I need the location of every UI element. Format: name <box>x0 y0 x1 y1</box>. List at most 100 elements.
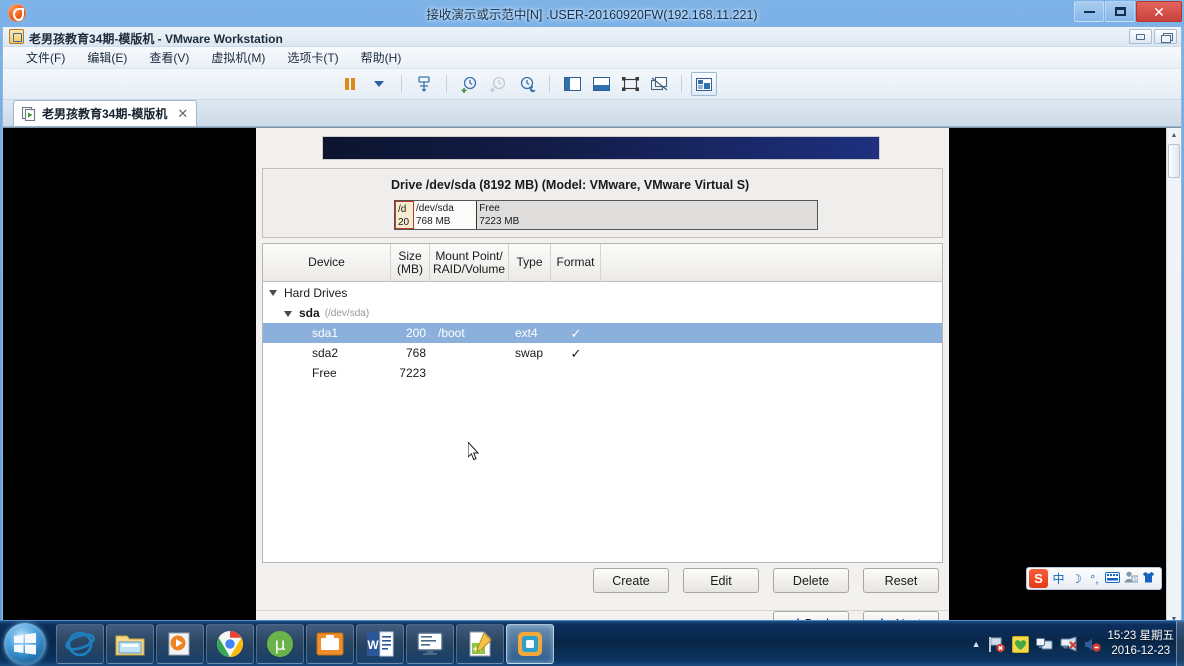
maximize-icon <box>1114 7 1126 16</box>
vm-tab[interactable]: 老男孩教育34期-模版机 ✕ <box>13 100 198 126</box>
ime-soft-keyboard-icon[interactable] <box>1105 571 1120 586</box>
take-snapshot-icon[interactable] <box>456 72 482 96</box>
vmware-vertical-scrollbar[interactable]: ▲ ▼ <box>1166 128 1181 625</box>
partition-table-header: Device Size (MB) Mount Point/ RAID/Volum… <box>263 244 942 282</box>
table-row[interactable]: Hard Drives <box>263 282 942 303</box>
column-device[interactable]: Device <box>263 244 391 281</box>
outer-maximize-button[interactable] <box>1105 1 1135 22</box>
show-desktop-button[interactable] <box>1176 621 1184 666</box>
column-mount-line2: RAID/Volume <box>432 261 506 276</box>
snapshot-manager-icon[interactable] <box>514 72 540 96</box>
taskbar-internet-explorer[interactable] <box>56 624 104 664</box>
ime-punctuation-icon[interactable]: °, <box>1087 572 1102 586</box>
ime-moon-icon[interactable]: ☽ <box>1069 572 1084 586</box>
outer-close-button[interactable]: ✕ <box>1136 1 1182 22</box>
row-format-cell: ✓ <box>570 326 582 340</box>
menu-help[interactable]: 帮助(H) <box>350 47 413 68</box>
pause-icon[interactable] <box>337 72 363 96</box>
vm-guest-screen[interactable]: Drive /dev/sda (8192 MB) (Model: VMware,… <box>3 127 1181 625</box>
network-monitor-icon[interactable] <box>1035 636 1053 653</box>
column-size-line2: (MB) <box>397 261 423 276</box>
table-row[interactable]: sda1 200 /boot ext4 ✓ <box>263 323 942 343</box>
toolbar-separator <box>401 75 402 93</box>
taskbar-word[interactable]: W <box>356 624 404 664</box>
drive-segment-size: 20 <box>398 217 410 228</box>
table-row[interactable]: Free 7223 <box>263 363 942 383</box>
show-thumbnail-bar-icon[interactable] <box>691 72 717 96</box>
reset-button[interactable]: Reset <box>863 568 939 593</box>
drive-segment-size: 768 MB <box>415 216 451 227</box>
sogou-logo-icon[interactable]: S <box>1029 569 1048 588</box>
chevron-down-icon[interactable] <box>366 72 392 96</box>
outer-minimize-button[interactable] <box>1074 1 1104 22</box>
start-orb[interactable] <box>4 623 46 665</box>
vmware-workstation-window: 老男孩教育34期-模版机 - VMware Workstation 文件(F) … <box>2 27 1182 641</box>
edit-button[interactable]: Edit <box>683 568 759 593</box>
vmware-app-icon <box>9 29 24 44</box>
network-disconnected-icon[interactable] <box>1060 635 1077 653</box>
action-center-flag-icon[interactable] <box>988 636 1005 653</box>
chevron-down-icon[interactable] <box>269 288 278 297</box>
taskbar-notepadpp[interactable]: ++ <box>456 624 504 664</box>
row-device-label: Hard Drives <box>284 285 348 300</box>
drive-segment-name: /dev/sda <box>415 203 454 214</box>
taskbar-vmware[interactable] <box>506 624 554 664</box>
taskbar-media-player[interactable] <box>156 624 204 664</box>
column-type[interactable]: Type <box>509 244 551 281</box>
column-mount[interactable]: Mount Point/ RAID/Volume <box>430 244 509 281</box>
show-library-icon[interactable] <box>559 72 585 96</box>
menu-edit[interactable]: 编辑(E) <box>76 47 138 68</box>
drive-title: Drive /dev/sda (8192 MB) (Model: VMware,… <box>391 178 750 192</box>
unity-mode-icon[interactable] <box>646 72 672 96</box>
vmware-titlebar[interactable]: 老男孩教育34期-模版机 - VMware Workstation <box>3 27 1181 47</box>
ime-skin-icon[interactable] <box>1141 571 1156 586</box>
security-heart-icon[interactable] <box>1011 635 1029 653</box>
close-icon[interactable]: ✕ <box>177 106 188 122</box>
vm-tab-icon <box>21 106 36 121</box>
windows-taskbar: µ W ++ ▲ <box>0 620 1184 666</box>
sogou-ime-bar[interactable]: S 中 ☽ °, S <box>1026 567 1162 590</box>
drive-segment-sda1[interactable]: /d 20 <box>395 201 414 229</box>
drive-segment-sda2[interactable]: /dev/sda 768 MB <box>413 201 478 229</box>
taskbar-utorrent[interactable]: µ <box>256 624 304 664</box>
console-view-icon[interactable] <box>588 72 614 96</box>
vmware-minimize-button[interactable] <box>1129 29 1152 44</box>
delete-button[interactable]: Delete <box>773 568 849 593</box>
drive-segment-size: 7223 MB <box>479 216 520 227</box>
show-hidden-icons-chevron[interactable]: ▲ <box>972 639 981 649</box>
taskbar-windows-explorer[interactable] <box>106 624 154 664</box>
menu-tabs[interactable]: 选项卡(T) <box>276 47 349 68</box>
taskbar-terminal[interactable] <box>406 624 454 664</box>
drive-bar[interactable]: /d 20 /dev/sda 768 MB Free 7223 MB <box>394 200 818 230</box>
ime-user-icon[interactable]: S <box>1123 571 1138 586</box>
row-size-cell: 7223 <box>399 366 426 380</box>
ime-chinese-mode-icon[interactable]: 中 <box>1051 570 1066 587</box>
taskbar-toolbox[interactable] <box>306 624 354 664</box>
manage-snapshots-icon[interactable] <box>411 72 437 96</box>
create-button[interactable]: Create <box>593 568 669 593</box>
outer-titlebar[interactable]: 接收演示或示范中[N] .USER-20160920FW(192.168.11.… <box>0 0 1184 27</box>
menu-vm[interactable]: 虚拟机(M) <box>200 47 276 68</box>
vertical-scroll-thumb[interactable] <box>1168 144 1180 178</box>
menu-file[interactable]: 文件(F) <box>15 47 76 68</box>
volume-muted-icon[interactable] <box>1084 636 1101 653</box>
row-device-cell: sda2 <box>263 346 391 360</box>
fullscreen-icon[interactable] <box>617 72 643 96</box>
drive-segment-free[interactable]: Free 7223 MB <box>477 201 817 229</box>
row-device-cell: Hard Drives <box>263 286 391 300</box>
menu-view[interactable]: 查看(V) <box>138 47 200 68</box>
column-format[interactable]: Format <box>551 244 601 281</box>
table-row[interactable]: sda (/dev/sda) <box>263 303 942 323</box>
outer-window-title: 接收演示或示范中[N] .USER-20160920FW(192.168.11.… <box>426 8 758 22</box>
column-spacer <box>601 244 942 281</box>
chevron-down-icon[interactable] <box>284 309 293 318</box>
row-device-cell: sda (/dev/sda) <box>263 306 391 320</box>
scroll-up-icon[interactable]: ▲ <box>1167 128 1181 142</box>
taskbar-chrome[interactable] <box>206 624 254 664</box>
vmware-window-buttons <box>1129 29 1177 44</box>
table-row[interactable]: sda2 768 swap ✓ <box>263 343 942 363</box>
vmware-restore-button[interactable] <box>1154 29 1177 44</box>
taskbar-clock[interactable]: 15:23 星期五 2016-12-23 <box>1108 629 1174 659</box>
column-size[interactable]: Size (MB) <box>391 244 430 281</box>
row-mount-cell: /boot <box>438 326 465 340</box>
